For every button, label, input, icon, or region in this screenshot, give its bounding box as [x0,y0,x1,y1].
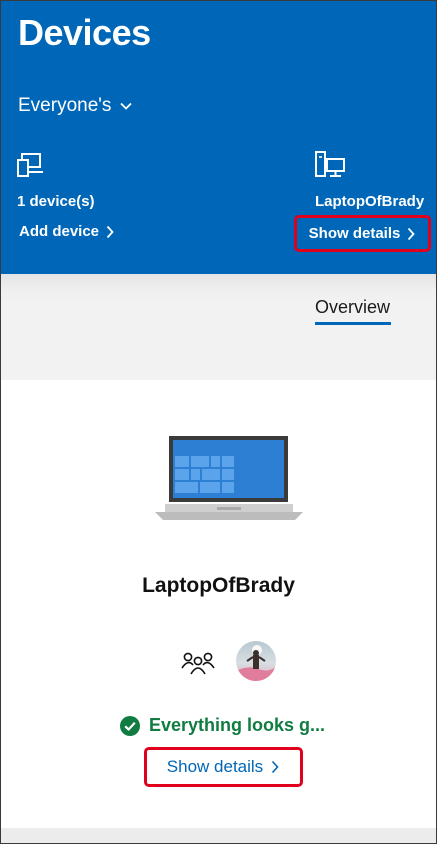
page-title: Devices [18,12,151,53]
devices-icon [17,153,43,177]
chevron-right-icon [408,227,416,240]
chevron-right-icon [272,760,279,774]
show-details-label: Show details [166,757,264,776]
tab-bar [0,274,437,380]
add-device-link[interactable]: Add device [19,223,115,240]
chevron-right-icon [106,225,114,238]
family-filter-dropdown[interactable]: Everyone's [18,95,133,117]
add-device-label: Add device [19,223,100,240]
user-avatar[interactable] [236,641,276,681]
bottom-divider [0,828,437,844]
check-circle-icon [120,715,140,736]
chevron-down-icon [120,102,133,110]
device-count: 1 device(s) [17,193,95,210]
tab-overview[interactable]: Overview [315,297,390,318]
status-text: Everything looks g... [149,715,326,735]
show-details-header-button[interactable]: Show details [294,215,431,252]
show-details-label: Show details [308,225,401,242]
device-name: LaptopOfBrady [142,574,295,597]
devices-header: Devices Everyone's 1 device(s) Add devic… [0,0,437,274]
show-details-button[interactable]: Show details [144,747,303,787]
filter-label: Everyone's [18,95,112,116]
desktop-pc-icon [315,151,345,177]
tab-selected-indicator [315,322,391,325]
family-icon [181,652,215,675]
device-status: Everything looks g... [120,715,325,736]
device-name-header: LaptopOfBrady [315,193,425,210]
laptop-icon [155,436,303,520]
